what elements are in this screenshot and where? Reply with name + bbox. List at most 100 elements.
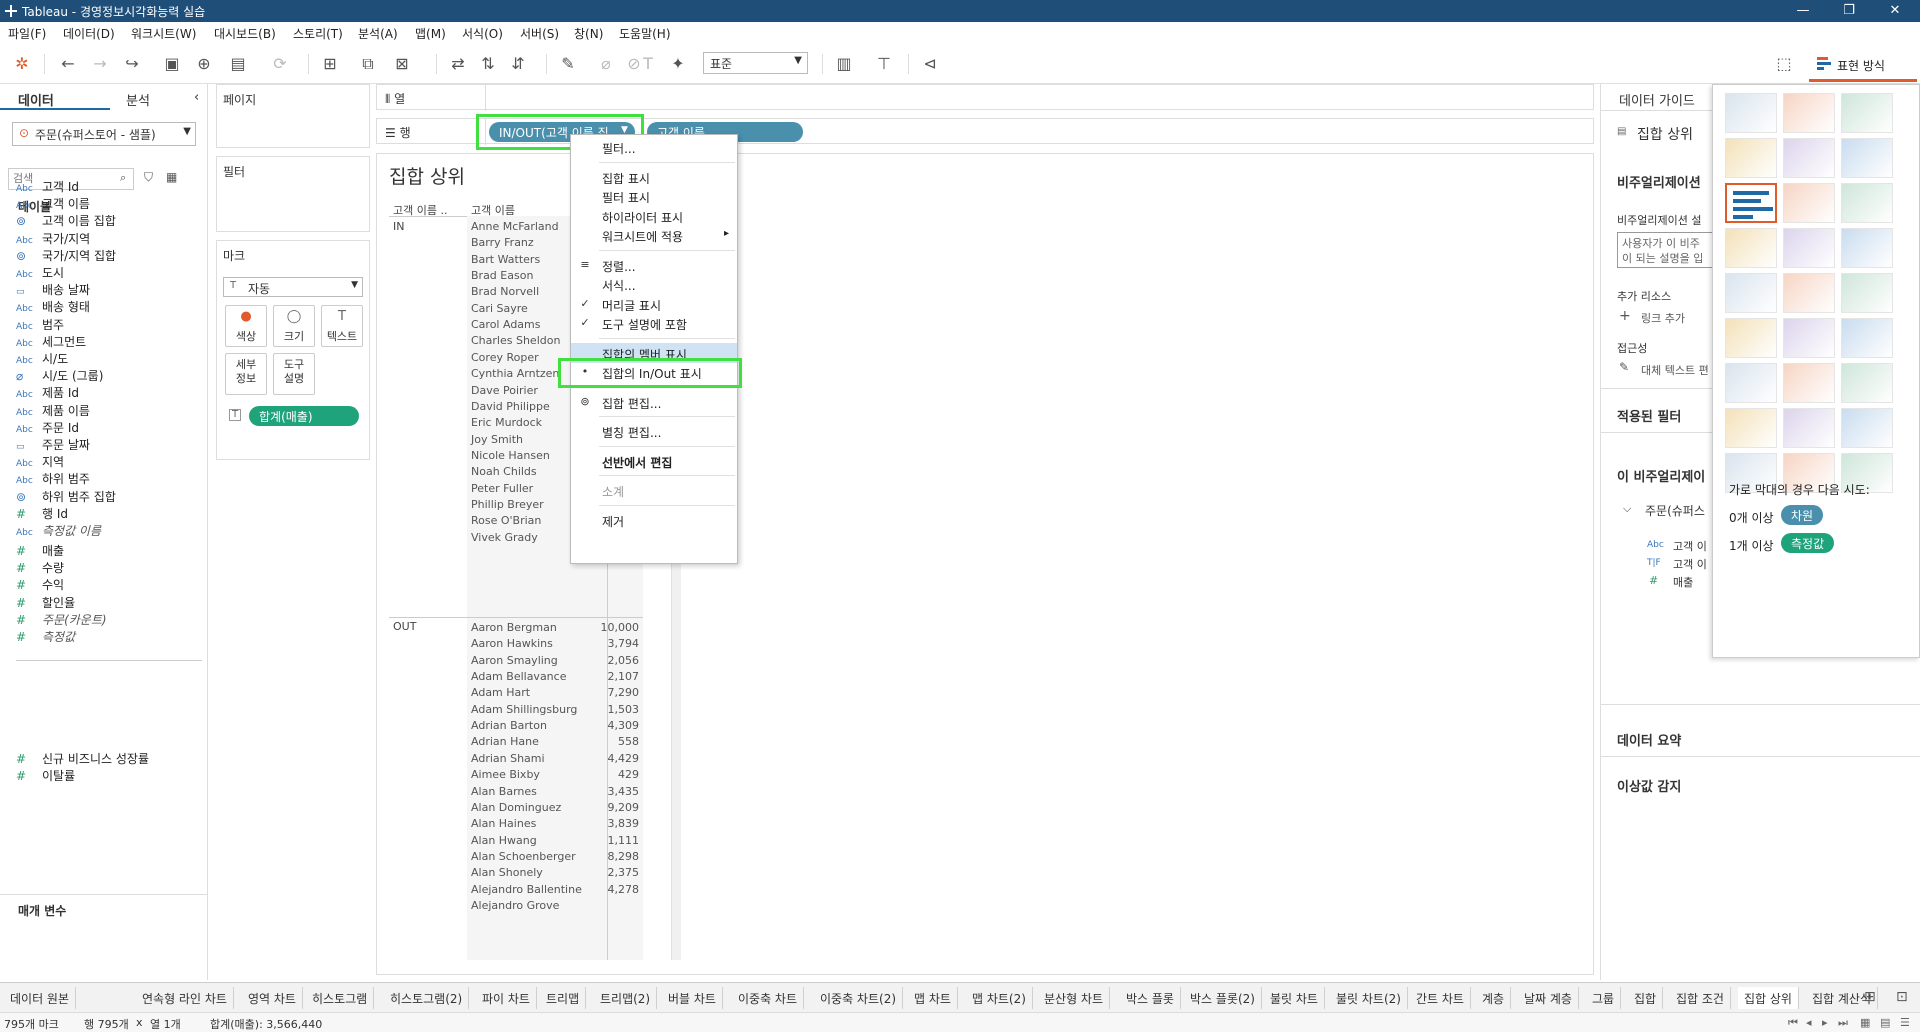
collapse-pane-icon[interactable]: ‹: [194, 90, 199, 105]
chart-type-thumbnail[interactable]: [1783, 408, 1835, 448]
close-button[interactable]: ✕: [1872, 0, 1918, 22]
sheet-tab[interactable]: 집합 상위: [1738, 987, 1799, 1009]
menu-format[interactable]: 서식(O): [462, 25, 503, 42]
tab-data[interactable]: 데이터: [18, 90, 54, 109]
sheet-tab[interactable]: 계층: [1476, 987, 1512, 1009]
tableau-home-icon[interactable]: ✲: [10, 52, 34, 76]
sheet-tab[interactable]: 간트 차트: [1410, 987, 1471, 1009]
detail-button[interactable]: 세부 정보: [225, 353, 267, 395]
attach-icon[interactable]: ⌀: [594, 52, 618, 76]
filmstrip-icon[interactable]: ▤: [1880, 1016, 1890, 1029]
menu-item[interactable]: ⊚ 집합 편집...: [571, 392, 737, 412]
menu-item[interactable]: ✓ 머리글 표시: [571, 294, 737, 314]
chart-type-thumbnail[interactable]: [1841, 363, 1893, 403]
sheet-tab[interactable]: 그룹: [1586, 987, 1622, 1009]
sheet-tab[interactable]: 박스 플롯(2): [1184, 987, 1262, 1009]
sheet-tab[interactable]: 이중축 차트(2): [814, 987, 904, 1009]
nav-next-icon[interactable]: ▸: [1822, 1016, 1828, 1029]
color-button[interactable]: ● 색상: [225, 305, 267, 347]
replay-icon[interactable]: ↪: [120, 52, 144, 76]
new-sheet-icon[interactable]: ⊞: [1864, 989, 1876, 1005]
sheet-tab[interactable]: 트리맵(2): [594, 987, 658, 1009]
sheet-tab[interactable]: 영역 차트: [242, 987, 303, 1009]
add-link[interactable]: 링크 추가: [1641, 310, 1685, 326]
outlier-detection[interactable]: 이상값 감지: [1617, 776, 1681, 795]
chart-type-thumbnail[interactable]: [1725, 228, 1777, 268]
fix-axes-icon[interactable]: ✦: [666, 52, 690, 76]
menu-dashboard[interactable]: 대시보드(B): [214, 25, 276, 42]
group-out-label[interactable]: OUT: [393, 620, 416, 633]
datasource-select[interactable]: ⊙ 주문(슈퍼스토어 - 샘플) ▼: [12, 122, 196, 146]
field-item[interactable]: Abc 측정값 이름: [16, 522, 206, 542]
chart-type-thumbnail[interactable]: [1783, 93, 1835, 133]
chart-type-thumbnail[interactable]: [1783, 138, 1835, 178]
table-row[interactable]: Alejandro Grove: [467, 896, 643, 916]
sheet-tab[interactable]: 집합: [1628, 987, 1664, 1009]
mark-type-select[interactable]: T 자동 ▼: [223, 277, 363, 297]
menu-item[interactable]: 필터 표시: [571, 186, 737, 206]
new-worksheet-icon[interactable]: ⊞: [318, 52, 342, 76]
chart-type-thumbnail[interactable]: [1725, 183, 1777, 223]
sheet-tab[interactable]: 파이 차트: [476, 987, 537, 1009]
sheet-tab[interactable]: 불릿 차트: [1264, 987, 1325, 1009]
nav-last-icon[interactable]: ⏭: [1838, 1016, 1848, 1030]
show-me-button[interactable]: 표현 방식: [1809, 48, 1917, 82]
menu-data[interactable]: 데이터(D): [63, 25, 115, 42]
chart-type-thumbnail[interactable]: [1783, 273, 1835, 313]
chart-type-thumbnail[interactable]: [1841, 408, 1893, 448]
fit-select[interactable]: 표준 ▼: [703, 52, 808, 74]
chart-type-thumbnail[interactable]: [1725, 408, 1777, 448]
menu-item[interactable]: ✓ 도구 설명에 포함: [571, 313, 737, 333]
restore-button[interactable]: ❐: [1826, 0, 1872, 22]
filters-card[interactable]: 필터: [216, 156, 370, 232]
menu-story[interactable]: 스토리(T): [293, 25, 343, 42]
sort-descending-icon[interactable]: ⇵: [506, 52, 530, 76]
sheet-tab[interactable]: 트리맵: [540, 987, 587, 1009]
sheet-tab[interactable]: 히스토그램: [306, 987, 375, 1009]
presentation-mode-icon[interactable]: ⊤: [872, 52, 896, 76]
new-dashboard-icon[interactable]: ⊡: [1896, 989, 1908, 1005]
menu-item[interactable]: ≡ 정렬...: [571, 255, 737, 275]
chart-type-thumbnail[interactable]: [1725, 93, 1777, 133]
viz-desc-input[interactable]: 사용자가 이 비주 이 되는 설명을 입: [1617, 232, 1717, 268]
sheet-tab[interactable]: 분산형 차트: [1038, 987, 1111, 1009]
menu-analysis[interactable]: 분석(A): [358, 25, 398, 42]
chart-type-thumbnail[interactable]: [1841, 138, 1893, 178]
tooltip-button[interactable]: 도구 설명: [273, 353, 315, 395]
duplicate-sheet-icon[interactable]: ⧉: [356, 52, 380, 76]
menu-item[interactable]: 워크시트에 적용 ▸: [571, 225, 737, 245]
save-icon[interactable]: ▣: [160, 52, 184, 76]
tab-analysis[interactable]: 분석: [126, 90, 150, 109]
pause-updates-icon[interactable]: ▤: [226, 52, 250, 76]
alt-text-link[interactable]: 대체 텍스트 편: [1641, 362, 1709, 378]
chart-type-thumbnail[interactable]: [1783, 318, 1835, 358]
show-labels-icon[interactable]: T: [636, 52, 660, 76]
menu-item[interactable]: 선반에서 편집: [571, 451, 737, 471]
sheet-tab[interactable]: 날짜 계층: [1518, 987, 1579, 1009]
sheet-tab[interactable]: 집합 조건: [1670, 987, 1731, 1009]
clear-sheet-icon[interactable]: ⊠: [390, 52, 414, 76]
new-datasource-icon[interactable]: ⊕: [192, 52, 216, 76]
redo-icon[interactable]: →: [88, 52, 112, 76]
sheet-tab[interactable]: 맵 차트: [908, 987, 958, 1009]
applied-filters[interactable]: 적용된 필터: [1617, 406, 1681, 425]
chart-type-thumbnail[interactable]: [1841, 318, 1893, 358]
undo-icon[interactable]: ←: [56, 52, 80, 76]
chart-type-thumbnail[interactable]: [1725, 363, 1777, 403]
menu-window[interactable]: 창(N): [574, 25, 603, 42]
sheet-tab[interactable]: 버블 차트: [662, 987, 723, 1009]
group-in-label[interactable]: IN: [393, 220, 404, 233]
publish-icon[interactable]: ⬚: [1772, 52, 1796, 76]
chart-type-thumbnail[interactable]: [1783, 228, 1835, 268]
share-icon[interactable]: ⊲: [918, 52, 942, 76]
list-view-icon[interactable]: ☰: [1900, 1016, 1910, 1029]
chart-type-thumbnail[interactable]: [1841, 93, 1893, 133]
refresh-icon[interactable]: ⟳: [268, 52, 292, 76]
menu-item[interactable]: 별칭 편집...: [571, 421, 737, 441]
data-summary[interactable]: 데이터 요약: [1617, 730, 1681, 749]
sheet-tab[interactable]: 히스토그램(2): [384, 987, 470, 1009]
menu-item[interactable]: 집합 표시: [571, 167, 737, 187]
columns-shelf[interactable]: ⦀ 열: [376, 84, 1594, 111]
field-item[interactable]: # 이탈률: [16, 767, 206, 787]
menu-item[interactable]: 서식...: [571, 274, 737, 294]
